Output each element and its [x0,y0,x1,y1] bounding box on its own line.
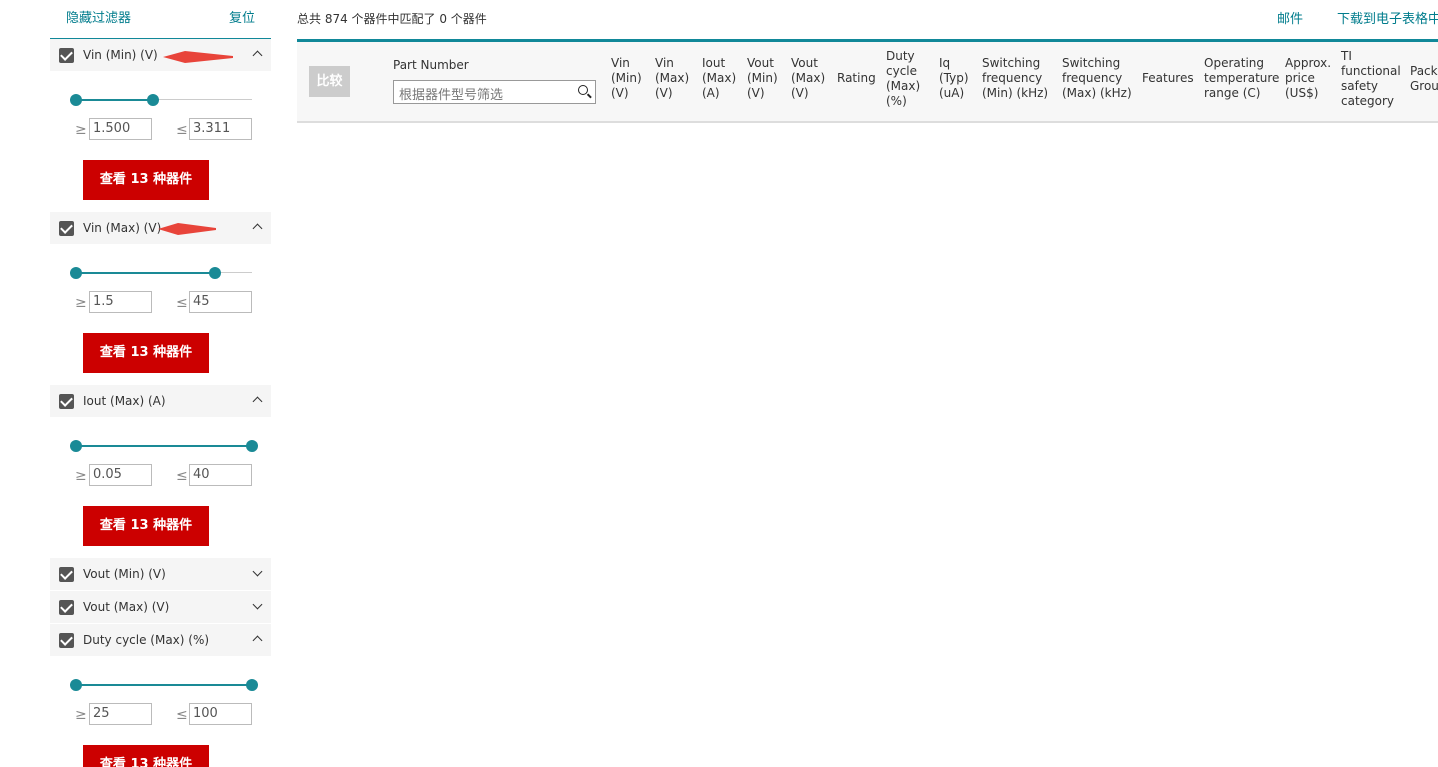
le-symbol: ≤ [176,707,188,723]
sidebar-top: 隐藏过滤器 复位 [50,0,271,41]
view-devices-button[interactable]: 查看 13 种器件 [83,160,209,200]
col-header[interactable]: TI functional safety category [1341,49,1403,109]
slider-handle-min[interactable] [70,267,82,279]
slider-fill [76,99,153,101]
filter-checkbox[interactable] [59,567,74,582]
view-devices-button[interactable]: 查看 13 种器件 [83,745,209,767]
filter-header[interactable]: Vin (Min) (V) [50,39,271,72]
filter-label: Iout (Max) (A) [83,394,166,408]
part-number-header[interactable]: Part Number [393,58,469,72]
annotation-arrow-icon [163,51,235,63]
slider-handle-max[interactable] [209,267,221,279]
slider-handle-max[interactable] [246,679,258,691]
results-count: 总共 874 个器件中匹配了 0 个器件 [297,12,487,26]
col-header[interactable]: Vin (Min) (V) [611,56,647,101]
filter-duty-cycle: Duty cycle (Max) (%) ≥ 25 ≤ 100 查看 13 种器… [50,624,271,767]
filter-vout-min: Vout (Min) (V) [50,558,271,591]
slider-handle-min[interactable] [70,94,82,106]
filter-vout-max: Vout (Max) (V) [50,591,271,624]
chevron-up-icon[interactable] [253,222,261,230]
filter-vin-min: Vin (Min) (V) ≥ 1.500 ≤ 3.311 查看 13 种器件 [50,39,271,212]
col-header[interactable]: Iout (Max) (A) [702,56,738,101]
filter-body: ≥ 1.5 ≤ 45 查看 13 种器件 [50,245,271,385]
filter-checkbox[interactable] [59,394,74,409]
view-devices-button[interactable]: 查看 13 种器件 [83,333,209,373]
filter-vin-max: Vin (Max) (V) ≥ 1.5 ≤ 45 查看 13 种器件 [50,212,271,385]
slider-handle-max[interactable] [246,440,258,452]
download-spreadsheet-link[interactable]: 下载到电子表格中 [1337,8,1438,27]
filter-label: Vin (Min) (V) [83,48,158,62]
max-input[interactable]: 40 [189,464,252,486]
chevron-up-icon[interactable] [253,49,261,57]
chevron-up-icon[interactable] [253,395,261,403]
col-header[interactable]: Rating [837,71,881,86]
chevron-up-icon[interactable] [253,634,261,642]
table-header: 比较 Part Number 根据器件型号筛选 Vin (Min) (V) Vi… [297,39,1438,123]
slider-fill [76,445,252,447]
max-input[interactable]: 100 [189,703,252,725]
hide-filters-link[interactable]: 隐藏过滤器 [66,7,131,26]
col-header[interactable]: Vin (Max) (V) [655,56,691,101]
min-input[interactable]: 1.500 [89,118,152,140]
reset-link[interactable]: 复位 [229,7,255,26]
le-symbol: ≤ [176,468,188,484]
col-header[interactable]: Approx. price (US$) [1285,56,1333,101]
col-header[interactable]: Operating temperature range (C) [1204,56,1279,101]
annotation-arrow-icon [158,223,218,235]
slider-fill [76,272,215,274]
slider-handle-min[interactable] [70,440,82,452]
col-header[interactable]: Iq (Typ) (uA) [939,56,971,101]
filter-body: ≥ 0.05 ≤ 40 查看 13 种器件 [50,418,271,558]
filter-checkbox[interactable] [59,633,74,648]
view-devices-button[interactable]: 查看 13 种器件 [83,506,209,546]
ge-symbol: ≥ [75,468,87,484]
chevron-down-icon[interactable] [253,601,261,609]
min-input[interactable]: 1.5 [89,291,152,313]
filter-checkbox[interactable] [59,600,74,615]
filter-label: Vin (Max) (V) [83,221,162,235]
ge-symbol: ≥ [75,122,87,138]
le-symbol: ≤ [176,122,188,138]
col-header[interactable]: Vout (Min) (V) [747,56,783,101]
min-input[interactable]: 25 [89,703,152,725]
chevron-down-icon[interactable] [253,568,261,576]
filter-checkbox[interactable] [59,221,74,236]
max-input[interactable]: 45 [189,291,252,313]
le-symbol: ≤ [176,295,188,311]
col-header[interactable]: Switching frequency (Max) (kHz) [1062,56,1134,101]
filter-iout-max: Iout (Max) (A) ≥ 0.05 ≤ 40 查看 13 种器件 [50,385,271,558]
email-link[interactable]: 邮件 [1277,8,1303,27]
part-number-placeholder: 根据器件型号筛选 [399,88,504,103]
slider-fill [76,684,252,686]
col-header[interactable]: Vout (Max) (V) [791,56,827,101]
filter-checkbox[interactable] [59,48,74,63]
filter-header[interactable]: Iout (Max) (A) [50,385,271,418]
slider-handle-max[interactable] [147,94,159,106]
min-input[interactable]: 0.05 [89,464,152,486]
slider-handle-min[interactable] [70,679,82,691]
search-icon[interactable] [578,85,589,96]
col-header[interactable]: Features [1142,71,1198,86]
col-header[interactable]: Package Group [1410,64,1438,94]
max-input[interactable]: 3.311 [189,118,252,140]
ge-symbol: ≥ [75,707,87,723]
col-header[interactable]: Duty cycle (Max) (%) [886,49,926,109]
filter-header[interactable]: Vout (Min) (V) [50,558,271,591]
filter-header[interactable]: Duty cycle (Max) (%) [50,624,271,657]
filter-body: ≥ 1.500 ≤ 3.311 查看 13 种器件 [50,72,271,212]
compare-button[interactable]: 比较 [309,66,350,97]
filter-body: ≥ 25 ≤ 100 查看 13 种器件 [50,657,271,767]
ge-symbol: ≥ [75,295,87,311]
col-header[interactable]: Switching frequency (Min) (kHz) [982,56,1054,101]
filter-header[interactable]: Vout (Max) (V) [50,591,271,624]
filter-sidebar: 隐藏过滤器 复位 Vin (Min) (V) ≥ 1.500 ≤ 3.311 查… [50,0,271,767]
part-number-filter-input[interactable]: 根据器件型号筛选 [393,80,596,104]
filter-label: Duty cycle (Max) (%) [83,633,210,647]
filter-label: Vout (Min) (V) [83,567,166,581]
filter-label: Vout (Max) (V) [83,600,170,614]
